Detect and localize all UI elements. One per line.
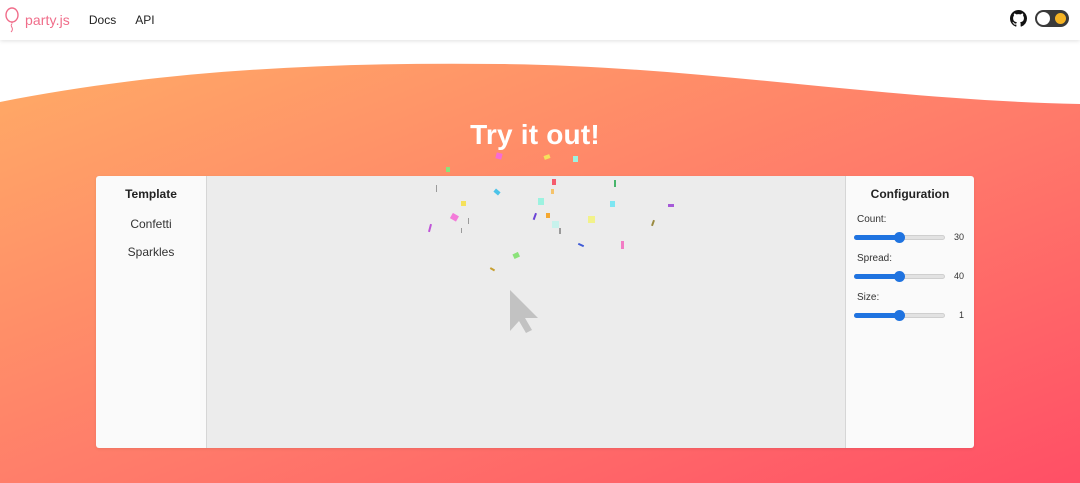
slider-thumb[interactable] xyxy=(894,232,905,243)
theme-toggle[interactable] xyxy=(1035,10,1069,27)
template-header: Template xyxy=(125,187,177,201)
toggle-knob xyxy=(1037,12,1050,25)
navbar: party.js Docs API xyxy=(0,0,1080,40)
template-option-sparkles[interactable]: Sparkles xyxy=(96,245,206,259)
slider-fill xyxy=(854,274,900,279)
count-label: Count: xyxy=(857,214,887,225)
confetti-piece xyxy=(449,212,459,222)
confetti-piece xyxy=(621,241,624,249)
demo-canvas[interactable] xyxy=(206,176,846,448)
confetti-piece xyxy=(427,223,433,233)
configuration-header: Configuration xyxy=(870,187,950,201)
confetti-piece xyxy=(552,221,559,228)
confetti-piece xyxy=(495,152,503,160)
brand-name: party.js xyxy=(25,12,70,28)
confetti-piece xyxy=(614,180,616,187)
count-slider[interactable] xyxy=(854,231,945,243)
confetti-piece xyxy=(577,242,585,248)
size-slider[interactable] xyxy=(854,309,945,321)
spread-value: 40 xyxy=(953,271,964,281)
confetti-piece xyxy=(461,201,466,206)
confetti-piece xyxy=(532,212,537,221)
confetti-piece xyxy=(512,251,520,259)
nav-link-docs[interactable]: Docs xyxy=(89,13,116,27)
configuration-column: Configuration Count: 30 Spread: 40 Size:… xyxy=(846,176,974,448)
sun-icon xyxy=(1055,13,1066,24)
confetti-piece xyxy=(493,188,501,196)
confetti-piece xyxy=(573,156,578,162)
confetti-piece xyxy=(588,216,595,223)
confetti-piece xyxy=(552,179,556,185)
size-value: 1 xyxy=(958,310,964,320)
slider-thumb[interactable] xyxy=(894,271,905,282)
confetti-piece xyxy=(461,228,462,233)
size-label: Size: xyxy=(857,292,880,303)
spread-label: Spread: xyxy=(857,253,893,264)
confetti-piece xyxy=(551,189,554,194)
arrow-cursor-icon xyxy=(510,290,538,333)
nav-link-api[interactable]: API xyxy=(135,13,154,27)
confetti-piece xyxy=(446,167,450,172)
count-value: 30 xyxy=(953,232,964,242)
confetti-piece xyxy=(543,154,551,160)
demo-panel: Template Confetti Sparkles Configuration… xyxy=(96,176,974,448)
confetti-piece xyxy=(436,185,437,192)
confetti-piece xyxy=(559,228,561,234)
confetti-piece xyxy=(610,201,615,207)
confetti-piece xyxy=(538,198,544,205)
confetti-piece xyxy=(489,267,496,272)
slider-fill xyxy=(854,235,900,240)
slider-fill xyxy=(854,313,900,318)
balloon-icon xyxy=(5,7,19,33)
template-option-confetti[interactable]: Confetti xyxy=(96,217,206,231)
confetti-piece xyxy=(546,213,550,218)
template-column: Template Confetti Sparkles xyxy=(96,176,206,448)
confetti-piece xyxy=(668,204,674,207)
brand-logo[interactable]: party.js xyxy=(4,7,70,33)
confetti-piece xyxy=(651,219,655,227)
slider-thumb[interactable] xyxy=(894,310,905,321)
spread-slider[interactable] xyxy=(854,270,945,282)
github-icon[interactable] xyxy=(1010,10,1027,27)
confetti-piece xyxy=(468,218,469,224)
